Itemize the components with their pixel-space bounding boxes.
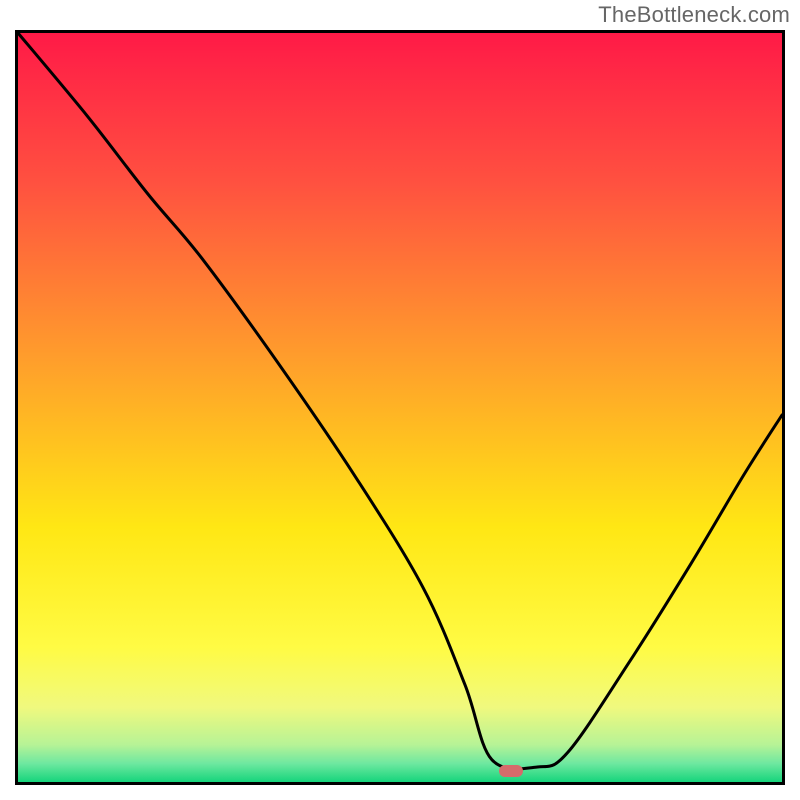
chart-frame: TheBottleneck.com: [0, 0, 800, 800]
bottleneck-curve: [18, 33, 782, 782]
watermark-text: TheBottleneck.com: [598, 2, 790, 28]
plot-area: [15, 30, 785, 785]
optimal-marker: [499, 765, 523, 777]
